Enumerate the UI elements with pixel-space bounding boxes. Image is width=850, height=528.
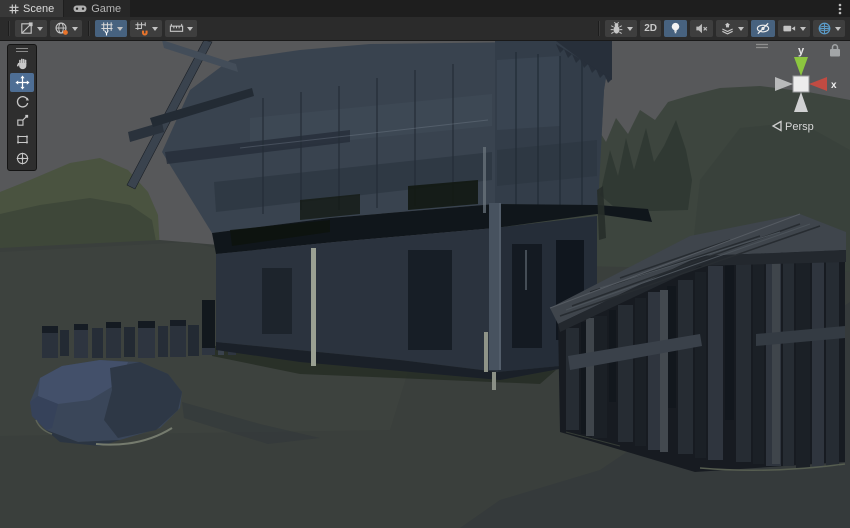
grid-visibility-button[interactable]: Y [95, 20, 127, 37]
gizmos-button[interactable] [813, 20, 845, 37]
dropdown-caret [187, 27, 193, 31]
dropdown-caret [152, 27, 158, 31]
projection-arrow-icon [773, 122, 781, 131]
projection-label: Persp [785, 121, 814, 133]
audio-toggle-button[interactable] [690, 20, 713, 37]
gizmo-negx-axis-cone[interactable] [775, 77, 793, 91]
dropdown-caret [117, 27, 123, 31]
rotate-tool-button[interactable] [10, 92, 34, 111]
tab-game[interactable]: Game [64, 0, 130, 17]
transform-tool-button[interactable] [10, 149, 34, 168]
toolbar-separator [88, 21, 89, 36]
dropdown-caret [835, 27, 841, 31]
unity-scene-view-window: Scene Game [0, 0, 850, 528]
tab-bar: Scene Game [0, 0, 850, 17]
gizmo-lock-icon[interactable] [830, 45, 840, 57]
dropdown-caret [800, 27, 806, 31]
dropdown-caret [627, 27, 633, 31]
game-gamepad-icon [73, 4, 87, 13]
gizmo-y-axis-cone[interactable] [794, 57, 808, 76]
globe-icon [54, 21, 69, 36]
pivot-icon [19, 21, 34, 36]
transform-icon [15, 151, 30, 166]
dropdown-caret [738, 27, 744, 31]
scale-icon [15, 113, 30, 128]
snap-increment-icon [169, 21, 184, 36]
grid-snap-icon [134, 21, 149, 36]
tools-overlay [7, 44, 37, 171]
kebab-icon [838, 3, 842, 15]
camera-icon [782, 21, 797, 36]
2d-label: 2D [644, 24, 657, 34]
tool-handle-rotation-button[interactable] [50, 20, 82, 37]
window-menu-button[interactable] [830, 0, 850, 17]
bug-icon [609, 21, 624, 36]
bulb-icon [668, 21, 683, 36]
gizmo-sphere-icon [817, 21, 832, 36]
grid-y-icon: Y [99, 21, 114, 36]
rotate-icon [15, 94, 30, 109]
eye-slash-icon [755, 21, 771, 36]
effects-layers-icon [720, 21, 735, 36]
tools-overlay-handle[interactable] [8, 45, 36, 54]
snap-increment-button[interactable] [165, 20, 197, 37]
scene-grid-icon [9, 4, 19, 14]
dropdown-caret [37, 27, 43, 31]
scene-viewport[interactable]: y x Persp [0, 41, 850, 528]
effects-toggle-button[interactable] [716, 20, 748, 37]
gizmo-x-axis-cone[interactable] [809, 77, 827, 91]
toolbar-separator [598, 21, 599, 36]
debug-draw-mode-button[interactable] [605, 20, 637, 37]
2d-toggle-button[interactable]: 2D [640, 20, 661, 37]
move-icon [15, 75, 30, 90]
tab-game-label: Game [91, 3, 121, 15]
scene-render [0, 41, 850, 528]
tab-scene[interactable]: Scene [0, 0, 63, 17]
gizmo-y-label: y [798, 45, 805, 57]
toolbar-separator [8, 21, 9, 36]
rect-icon [15, 132, 30, 147]
orientation-gizmo: y x Persp [754, 41, 850, 143]
svg-text:Y: Y [104, 29, 109, 36]
dropdown-caret [72, 27, 78, 31]
tab-scene-label: Scene [23, 3, 54, 15]
camera-settings-button[interactable] [778, 20, 810, 37]
overlay-handle[interactable] [756, 45, 768, 48]
move-tool-button[interactable] [10, 73, 34, 92]
projection-toggle[interactable]: Persp [773, 121, 814, 133]
hand-icon [15, 56, 30, 71]
gizmo-x-label: x [831, 80, 837, 91]
tool-handle-position-button[interactable] [15, 20, 47, 37]
scale-tool-button[interactable] [10, 111, 34, 130]
scene-toolbar: Y [0, 17, 850, 41]
scene-visibility-button[interactable] [751, 20, 775, 37]
speaker-muted-icon [694, 21, 709, 36]
gizmo-negy-axis-cone[interactable] [794, 92, 808, 112]
gizmo-center-cube[interactable] [793, 76, 809, 92]
grid-snapping-button[interactable] [130, 20, 162, 37]
rect-tool-button[interactable] [10, 130, 34, 149]
view-hand-tool-button[interactable] [10, 54, 34, 73]
lighting-toggle-button[interactable] [664, 20, 687, 37]
